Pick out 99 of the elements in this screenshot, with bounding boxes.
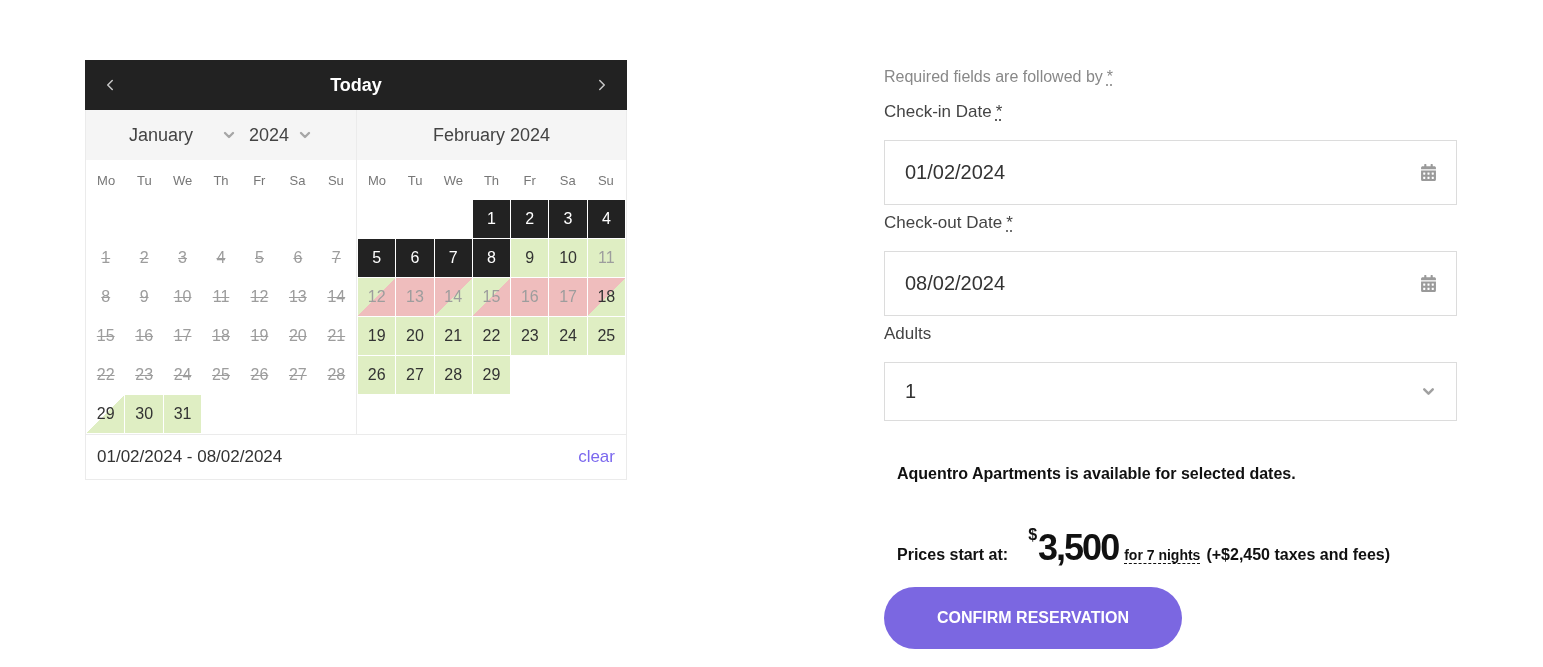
weekday-label: Tu — [136, 172, 153, 188]
calendar-day[interactable]: 29 — [87, 395, 125, 433]
price-amount: 3,500 — [1038, 527, 1119, 568]
calendar-day[interactable]: 7 — [434, 239, 472, 277]
calendar-day: 10 — [163, 278, 202, 316]
calendar-day[interactable]: 29 — [472, 356, 511, 394]
calendar-day: 19 — [240, 317, 279, 355]
weekday-label: Sa — [288, 172, 307, 188]
required-mark: * — [995, 101, 1003, 123]
weekday-label: Tu — [406, 172, 424, 188]
calendar-day[interactable]: 6 — [396, 239, 434, 277]
calendar-day[interactable]: 5 — [358, 239, 396, 277]
weekday-label: Su — [326, 172, 345, 188]
calendar-icon — [1420, 275, 1437, 292]
price-label: Prices start at: — [897, 546, 1009, 564]
calendar-day: 13 — [279, 278, 317, 316]
today-button[interactable]: Today — [326, 72, 386, 98]
calendar-day[interactable]: 30 — [125, 395, 163, 433]
calendar-day[interactable]: 20 — [396, 317, 434, 355]
calendar-day[interactable]: 8 — [472, 239, 511, 277]
calendar-day: 22 — [87, 356, 125, 394]
calendar-day: 11 — [202, 278, 240, 316]
calendar-day: 11 — [587, 239, 625, 277]
calendar-day[interactable]: 10 — [549, 239, 587, 277]
required-mark: * — [1006, 212, 1013, 234]
calendar-day: 4 — [202, 239, 240, 277]
calendar-day[interactable]: 31 — [163, 395, 202, 433]
calendar-day: 23 — [125, 356, 163, 394]
month-select[interactable]: January — [128, 122, 237, 148]
calendar-day[interactable]: 25 — [587, 317, 625, 355]
calendar-day[interactable]: 24 — [549, 317, 587, 355]
calendar-day: 26 — [240, 356, 279, 394]
calendar-day: 16 — [125, 317, 163, 355]
calendar-day: 25 — [202, 356, 240, 394]
weekday-label: We — [442, 172, 464, 188]
calendar-day[interactable]: 27 — [396, 356, 434, 394]
required-note: Required fields are followed by — [884, 67, 1103, 87]
taxes-note: (+$2,450 taxes and fees) — [1206, 546, 1391, 564]
field-label: Check-in Date — [884, 101, 992, 123]
weekday-label: Sa — [558, 172, 577, 188]
calendar-day: 18 — [202, 317, 240, 355]
calendar-day[interactable]: 26 — [358, 356, 396, 394]
calendar-day[interactable]: 1 — [472, 200, 511, 238]
nights-note: for 7 nights — [1124, 547, 1201, 564]
calendar-day: 9 — [125, 278, 163, 316]
required-mark: * — [1106, 67, 1114, 87]
calendar-day: 2 — [125, 239, 163, 277]
calendar-day: 8 — [87, 278, 125, 316]
calendar-day: 15 — [87, 317, 125, 355]
calendar-day[interactable]: 4 — [587, 200, 625, 238]
calendar-icon — [1420, 164, 1437, 181]
weekday-label: Fr — [522, 172, 537, 188]
calendar-day: 21 — [317, 317, 355, 355]
calendar-day[interactable]: 3 — [549, 200, 587, 238]
weekday-label: Su — [596, 172, 615, 188]
calendar-day: 17 — [549, 278, 587, 316]
availability-message: Aquentro Apartments is available for selected dates. — [897, 464, 1297, 484]
calendar-day[interactable]: 2 — [511, 200, 549, 238]
calendar-day: 14 — [317, 278, 355, 316]
calendar-day[interactable]: 22 — [472, 317, 511, 355]
weekday-label: Mo — [367, 172, 388, 188]
field-label: Adults — [884, 323, 932, 345]
date-field[interactable]: 01/02/2024 — [884, 140, 1457, 205]
calendar-day: 27 — [279, 356, 317, 394]
calendar-day: 14 — [434, 278, 472, 316]
calendar-day[interactable]: 9 — [511, 239, 549, 277]
calendar-day: 24 — [163, 356, 202, 394]
calendar-day: 5 — [240, 239, 279, 277]
calendar-day: 3 — [163, 239, 202, 277]
calendar-day[interactable]: 19 — [358, 317, 396, 355]
calendar-day: 1 — [87, 239, 125, 277]
calendar-day: 12 — [358, 278, 396, 316]
clear-link[interactable]: clear — [578, 447, 615, 467]
calendar-day[interactable]: 21 — [434, 317, 472, 355]
calendar-day: 13 — [396, 278, 434, 316]
calendar-day: 12 — [240, 278, 279, 316]
weekday-label: We — [172, 172, 194, 188]
weekday-label: Fr — [252, 172, 267, 188]
selected-range: 01/02/2024 - 08/02/2024 — [97, 447, 283, 467]
calendar-day: 6 — [279, 239, 317, 277]
field-label: Check-out Date — [884, 212, 1003, 234]
confirm-reservation-button[interactable]: CONFIRM RESERVATION — [884, 587, 1182, 649]
calendar-day[interactable]: 23 — [511, 317, 549, 355]
currency-sign: $ — [1028, 526, 1038, 543]
calendar-day: 7 — [317, 239, 355, 277]
select-field[interactable]: 1 — [884, 362, 1457, 421]
weekday-label: Th — [212, 172, 230, 188]
calendar-day: 17 — [163, 317, 202, 355]
calendar-day: 20 — [279, 317, 317, 355]
date-field[interactable]: 08/02/2024 — [884, 251, 1457, 316]
calendar-day: 28 — [317, 356, 355, 394]
calendar-day[interactable]: 28 — [434, 356, 472, 394]
month-title: February 2024 — [432, 124, 551, 146]
calendar-day: 15 — [472, 278, 511, 316]
calendar-day[interactable]: 18 — [587, 278, 625, 316]
year-select[interactable]: 2024 — [248, 122, 313, 148]
calendar-day: 16 — [511, 278, 549, 316]
weekday-label: Th — [482, 172, 501, 188]
weekday-label: Mo — [96, 172, 117, 188]
